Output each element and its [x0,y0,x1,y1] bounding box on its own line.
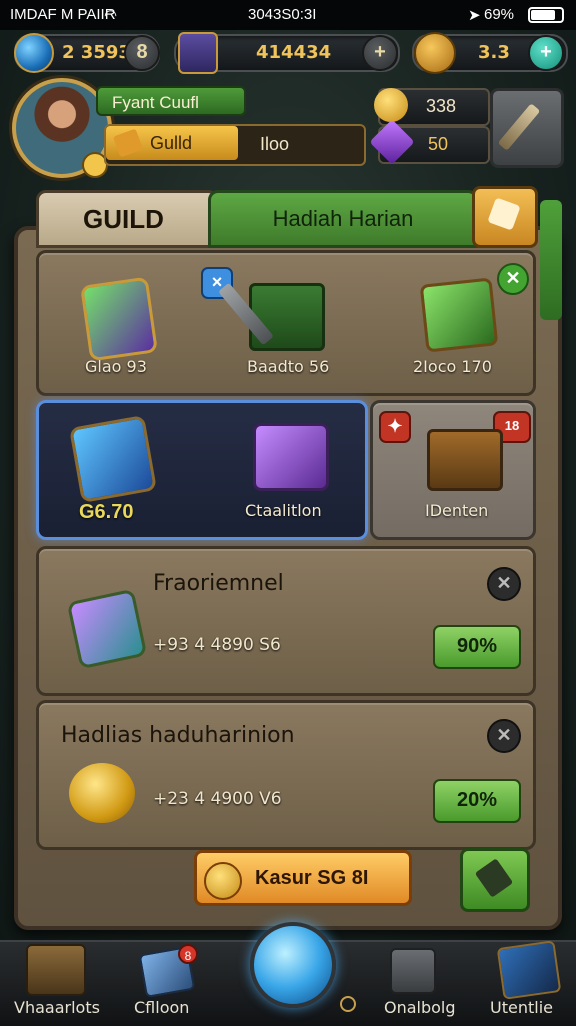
panel-side-edge [540,200,562,320]
reward-amount: +23 4 4900 V6 [153,789,282,809]
shield-add-button[interactable]: + [528,35,564,71]
gold-resource-bar: 414434 + [174,32,400,74]
item-check-badge[interactable]: ✕ [497,263,529,295]
carrier-text: IMDAF M PAIIR [10,6,116,23]
item-label: Baadto 56 [247,357,330,376]
crystal-counter: 50 [369,119,490,165]
alert-badge-icon: ✦ [379,411,411,443]
featured-item-card[interactable]: G6.70 Ctaalitlon [36,400,368,540]
shield-resource-bar: 3.3 + [412,32,568,74]
blue-gem-icon [14,33,54,73]
status-bar: IMDAF M PAIIR ◠ 3043S0:3I ➤ 69% [0,0,576,30]
battery-text: 69% [484,6,515,23]
spear-icon [497,103,541,151]
green-chest-item-icon[interactable] [419,277,499,353]
location-arrow-icon: ➤ [468,7,481,24]
battery-icon [528,7,564,23]
item-label: Glao 93 [85,357,147,376]
nav-label-map[interactable]: Utentlie [490,998,553,1017]
stats-icon[interactable] [390,948,436,994]
gold-coin-icon [374,88,408,122]
featured-label: Ctaalitlon [245,501,322,520]
tab-guild[interactable]: GUILD [36,190,218,248]
gold-add-button[interactable]: + [362,35,398,71]
cta-coin-icon [204,862,242,900]
gem-resource-bar: 2 3593 8 [14,33,160,73]
shield-count: 3.3 [478,42,510,63]
panel-menu-button[interactable] [472,186,538,248]
hammer-icon [474,858,514,898]
reward-title: Fraoriemnel [153,571,284,596]
gold-count: 414434 [256,42,332,63]
player-name: Fyant Cuufl [96,86,246,116]
reward-percent-badge: 90% [433,625,521,669]
nav-label-stats[interactable]: Onalbolg [384,998,456,1017]
guild-value: Iloo [260,134,290,154]
crystal-value: 50 [428,134,449,154]
clock-text: 3043S0:3I [248,6,317,23]
item-label: 2Ioco 170 [413,357,492,376]
reward-close-button[interactable]: ✕ [487,719,521,753]
reward-amount: +93 4 4890 S6 [153,635,281,655]
blue-gem-chest-icon [68,414,158,504]
nav-badge: 8 [178,944,198,964]
shield-item-icon[interactable] [80,276,158,362]
gold-coins-reward-icon [69,763,135,823]
hammer-button[interactable] [460,848,530,912]
nav-label-collection[interactable]: Cflloon [134,998,189,1017]
purple-chest-icon [253,423,329,491]
wooden-chest-icon [427,429,503,491]
reward-percent-badge: 20% [433,779,521,823]
reward-close-button[interactable]: ✕ [487,567,521,601]
items-row-1: Glao 93 × Baadto 56 ✕ 2Ioco 170 [36,250,536,396]
wifi-icon: ◠ [104,7,118,24]
small-coin-icon [340,996,356,1012]
spellbook-icon [178,32,218,74]
reward-row-2: Hadlias haduharinion ✕ +23 4 4900 V6 20% [36,700,536,850]
crystal-reward-icon [66,588,148,670]
weapon-slot-button[interactable] [490,88,564,168]
gem-count: 2 3593 [62,42,131,63]
coin-counter: 338 [374,88,490,126]
purple-crystal-icon [369,119,415,165]
gem-add-button[interactable]: 8 [124,35,160,71]
scroll-icon [487,197,521,231]
nav-label-home[interactable]: Vhaaarlots [14,998,100,1017]
coin-value: 338 [426,96,457,116]
gold-shield-icon [414,32,456,74]
reward-title: Hadlias haduharinion [61,723,295,748]
guild-info-bar[interactable]: Gulld Iloo [104,124,366,166]
featured-value: G6.70 [79,501,134,523]
map-icon[interactable] [496,940,562,1000]
home-icon[interactable] [26,944,86,996]
reward-row-1: Fraoriemnel ✕ +93 4 4890 S6 90% [36,546,536,696]
tab-hadiah-harian[interactable]: Hadiah Harian [208,190,478,248]
center-action-orb[interactable] [250,922,336,1008]
locked-item-card[interactable]: ✦ 18 IDenten [370,400,536,540]
locked-item-label: IDenten [425,501,489,520]
